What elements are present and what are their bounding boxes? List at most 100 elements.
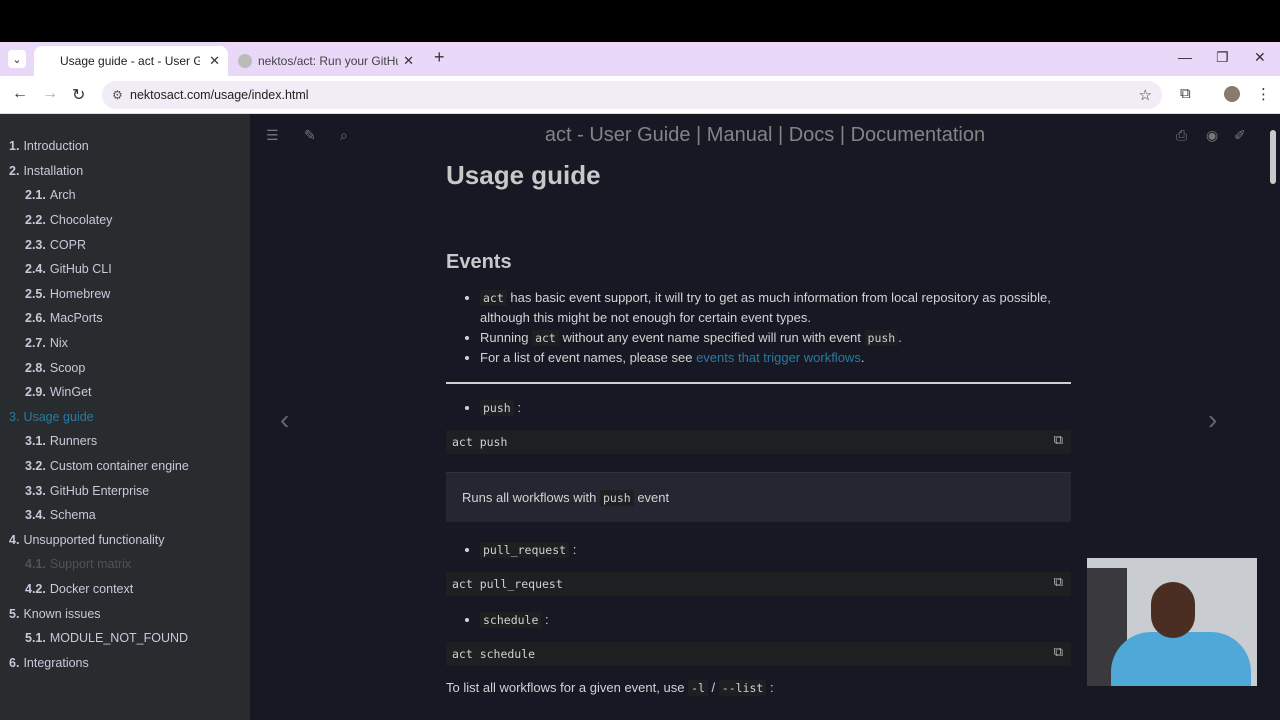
screen-top-black xyxy=(0,0,1280,42)
item-label: Chocolatey xyxy=(49,213,113,228)
item-number: 2.8. xyxy=(25,360,46,375)
copy-icon[interactable]: ⧉ xyxy=(1054,645,1063,660)
sidebar-item-chocolatey[interactable]: 2.2. Chocolatey xyxy=(0,208,250,233)
github-icon[interactable]: ◉ xyxy=(1206,127,1218,144)
list-item: Running act without any event name speci… xyxy=(480,328,1071,348)
scrollbar-thumb[interactable] xyxy=(1270,130,1276,184)
section-heading-events: Events xyxy=(446,251,512,273)
menu-kebab-icon[interactable]: ⋮ xyxy=(1256,85,1271,103)
tab-usage-guide[interactable]: Usage guide - act - User Guide ✕ xyxy=(34,46,228,76)
inline-code: push xyxy=(480,400,514,416)
site-info-icon[interactable]: ⚙ xyxy=(112,88,123,102)
item-number: 2.7. xyxy=(25,336,46,351)
list-text: For a list of event names, please see xyxy=(480,350,693,365)
paragraph: To list all workflows for a given event,… xyxy=(446,680,1071,696)
reload-icon[interactable]: ↻ xyxy=(72,85,85,105)
inline-code: act xyxy=(532,330,559,346)
inline-code: push xyxy=(864,330,899,346)
bookmark-star-icon[interactable]: ☆ xyxy=(1139,86,1152,104)
menu-bar: ☰ ✎ ⌕ act - User Guide | Manual | Docs |… xyxy=(250,114,1280,156)
sidebar-item-schema[interactable]: 3.4. Schema xyxy=(0,503,250,528)
window-close-icon[interactable]: ✕ xyxy=(1254,49,1266,66)
previous-chapter-icon[interactable]: ‹ xyxy=(280,404,289,436)
sidebar-item-runners[interactable]: 3.1. Runners xyxy=(0,429,250,454)
item-number: 3.1. xyxy=(25,434,46,449)
restore-icon[interactable]: ❐ xyxy=(1216,49,1229,66)
item-number: 2.5. xyxy=(25,286,46,301)
item-number: 4.2. xyxy=(25,581,46,596)
page-title: act - User Guide | Manual | Docs | Docum… xyxy=(544,124,986,146)
sidebar-item-introduction[interactable]: 1. Introduction xyxy=(0,134,250,159)
item-label: Arch xyxy=(49,188,76,203)
extensions-icon[interactable]: ⧉ xyxy=(1180,85,1191,102)
next-chapter-icon[interactable]: › xyxy=(1208,404,1217,436)
paragraph-text: / xyxy=(711,680,716,695)
close-icon[interactable]: ✕ xyxy=(403,53,414,69)
url-field[interactable]: ⚙ nektosact.com/usage/index.html ☆ xyxy=(102,81,1162,109)
item-number: 2.1. xyxy=(25,188,46,203)
item-number: 2. xyxy=(9,163,20,178)
sidebar-item-nix[interactable]: 2.7. Nix xyxy=(0,331,250,356)
print-icon[interactable]: ⎙ xyxy=(1176,127,1187,144)
sidebar-item-usage-guide[interactable]: 3. Usage guide xyxy=(0,405,250,430)
item-number: 3.2. xyxy=(25,459,46,474)
sidebar-item-github-cli[interactable]: 2.4. GitHub CLI xyxy=(0,257,250,282)
item-number: 2.6. xyxy=(25,311,46,326)
item-number: 4.1. xyxy=(25,557,46,572)
forward-icon[interactable]: → xyxy=(42,85,58,103)
copy-icon[interactable]: ⧉ xyxy=(1054,433,1063,448)
paragraph-text: To list all workflows for a given event,… xyxy=(446,680,685,695)
webcam-overlay xyxy=(1087,558,1257,686)
inline-code: pull_request xyxy=(480,542,570,558)
sidebar-item-macports[interactable]: 2.6. MacPorts xyxy=(0,306,250,331)
item-number: 2.9. xyxy=(25,385,46,400)
sidebar-item-arch[interactable]: 2.1. Arch xyxy=(0,183,250,208)
sidebar-item-support-matrix: 4.1. Support matrix xyxy=(0,552,250,577)
sidebar-item-github-enterprise[interactable]: 3.3. GitHub Enterprise xyxy=(0,478,250,503)
item-label: COPR xyxy=(49,237,86,252)
tab-label: nektos/act: Run your GitHub Ac xyxy=(258,54,398,68)
profile-avatar[interactable] xyxy=(1224,86,1240,102)
events-list: act has basic event support, it will try… xyxy=(480,288,1071,368)
sidebar-item-integrations[interactable]: 6. Integrations xyxy=(0,650,250,675)
sidebar-item-docker-context[interactable]: 4.2. Docker context xyxy=(0,577,250,602)
item-number: 2.3. xyxy=(25,237,46,252)
minimize-icon[interactable]: — xyxy=(1178,49,1192,65)
copy-icon[interactable]: ⧉ xyxy=(1054,575,1063,590)
inline-code: act xyxy=(480,290,507,306)
back-icon[interactable]: ← xyxy=(12,85,28,103)
inline-code: push xyxy=(600,489,634,506)
item-label: Runners xyxy=(49,434,98,449)
sidebar-item-unsupported-functionality[interactable]: 4. Unsupported functionality xyxy=(0,528,250,553)
list-text: : xyxy=(572,542,577,557)
new-tab-button[interactable]: + xyxy=(434,47,445,68)
sidebar-item-copr[interactable]: 2.3. COPR xyxy=(0,232,250,257)
edit-icon[interactable]: ✐ xyxy=(1234,127,1246,144)
tab-strip: ⌄ Usage guide - act - User Guide ✕ nekto… xyxy=(0,42,1280,76)
item-label: Scoop xyxy=(49,360,86,375)
blockquote: Runs all workflows with push event xyxy=(446,472,1071,522)
item-label: Nix xyxy=(49,336,68,351)
sidebar-item-homebrew[interactable]: 2.5. Homebrew xyxy=(0,282,250,307)
tab-search-dropdown-icon[interactable]: ⌄ xyxy=(8,50,26,68)
github-icon xyxy=(238,54,252,68)
sidebar-item-winget[interactable]: 2.9. WinGet xyxy=(0,380,250,405)
sidebar-item-module-not-found[interactable]: 5.1. MODULE_NOT_FOUND xyxy=(0,626,250,651)
list-item: For a list of event names, please see ev… xyxy=(480,348,1071,368)
item-number: 6. xyxy=(9,655,20,670)
sidebar-item-scoop[interactable]: 2.8. Scoop xyxy=(0,355,250,380)
item-label: WinGet xyxy=(49,385,92,400)
scrollbar-track[interactable] xyxy=(1270,114,1280,720)
list-text: : xyxy=(517,400,521,415)
item-label: Docker context xyxy=(49,581,134,596)
list-text: has basic event support, it will try to … xyxy=(480,290,1051,325)
sidebar-item-installation[interactable]: 2. Installation xyxy=(0,159,250,184)
sidebar-item-custom-container-engine[interactable]: 3.2. Custom container engine xyxy=(0,454,250,479)
events-link[interactable]: events that trigger workflows xyxy=(696,350,861,365)
page-heading: Usage guide xyxy=(446,160,601,190)
inline-code: schedule xyxy=(480,612,542,628)
item-number: 5.1. xyxy=(25,631,46,646)
close-icon[interactable]: ✕ xyxy=(209,53,220,69)
sidebar-item-known-issues[interactable]: 5. Known issues xyxy=(0,601,250,626)
tab-nektos-act[interactable]: nektos/act: Run your GitHub Ac ✕ xyxy=(232,46,422,76)
